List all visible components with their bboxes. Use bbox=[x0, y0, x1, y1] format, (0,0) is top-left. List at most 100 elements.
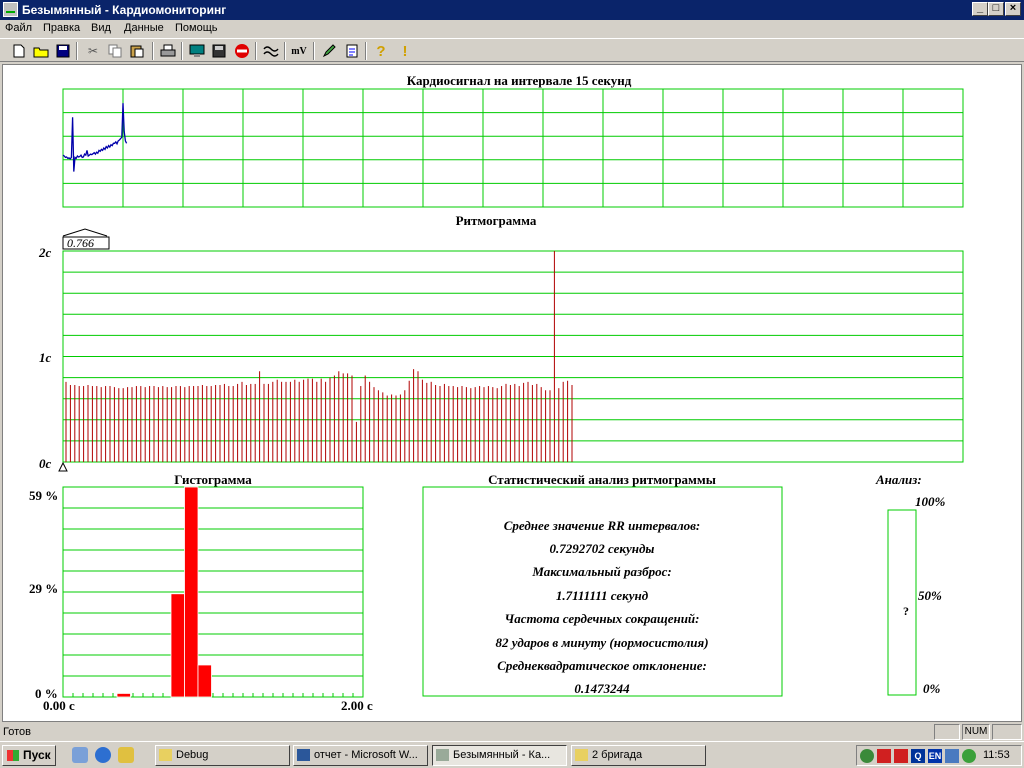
millivolt-icon[interactable]: mV bbox=[290, 42, 308, 60]
stats-title: Статистический анализ ритмограммы bbox=[488, 472, 716, 487]
language-indicator[interactable]: EN bbox=[928, 749, 942, 763]
cut-icon[interactable]: ✂ bbox=[84, 42, 102, 60]
task-debug[interactable]: Debug bbox=[155, 745, 290, 766]
quicktime-icon[interactable]: Q bbox=[911, 749, 925, 763]
minimize-button[interactable]: _ bbox=[972, 2, 988, 16]
hist-x-tick: 2.00 с bbox=[341, 698, 373, 713]
print-icon[interactable] bbox=[159, 42, 177, 60]
grid-frame bbox=[62, 88, 964, 208]
status-panel bbox=[934, 724, 960, 740]
desktop-icon[interactable] bbox=[72, 747, 88, 763]
client-area: Кардиосигнал на интервале 15 секунд Ритм… bbox=[2, 64, 1022, 722]
hist-bar bbox=[116, 693, 131, 698]
toolbar-separator bbox=[152, 42, 154, 60]
analysis-scale-label: 100% bbox=[915, 494, 946, 509]
antivirus-icon[interactable] bbox=[877, 749, 891, 763]
toolbar-separator bbox=[365, 42, 367, 60]
exclamation-icon[interactable]: ! bbox=[396, 42, 414, 60]
hist-bar bbox=[197, 664, 212, 698]
app-icon bbox=[436, 749, 449, 761]
stop-icon[interactable] bbox=[233, 42, 251, 60]
hist-x-tick: 0.00 с bbox=[43, 698, 75, 713]
stats-line: Максимальный разброс: bbox=[531, 564, 671, 579]
menu-bar: Файл Правка Вид Данные Помощь bbox=[0, 20, 1024, 38]
disk-icon[interactable] bbox=[210, 42, 228, 60]
agent-icon[interactable] bbox=[962, 749, 976, 763]
analysis-value: ? bbox=[903, 604, 909, 618]
title-bar[interactable]: Безымянный - Кардиомониторинг _ □ × bbox=[0, 0, 1024, 20]
analysis-gauge bbox=[887, 509, 917, 696]
cardio-title: Кардиосигнал на интервале 15 секунд bbox=[407, 73, 632, 88]
hist-y-tick: 59 % bbox=[29, 488, 58, 503]
stats-line: Среднее значение RR интервалов: bbox=[504, 518, 701, 533]
toolbar: ✂ mV ? ! bbox=[0, 38, 1024, 62]
close-button[interactable]: × bbox=[1005, 2, 1021, 16]
task-brigade[interactable]: 2 бригада bbox=[571, 745, 706, 766]
stats-line: 1.7111111 секунд bbox=[556, 588, 649, 603]
monitor-icon[interactable] bbox=[188, 42, 206, 60]
folder-icon bbox=[575, 749, 588, 761]
pen-icon[interactable] bbox=[320, 42, 338, 60]
maximize-button[interactable]: □ bbox=[988, 2, 1004, 16]
stats-line: 0.7292702 секунды bbox=[550, 541, 655, 556]
rhythm-cursor-icon[interactable] bbox=[58, 461, 68, 472]
cardio-grid bbox=[62, 88, 964, 208]
rhythm-title: Ритмограмма bbox=[456, 213, 537, 228]
network-icon[interactable] bbox=[860, 749, 874, 763]
rhythm-y-tick: 0c bbox=[39, 456, 52, 471]
hist-bar bbox=[184, 486, 199, 698]
toolbar-separator bbox=[255, 42, 257, 60]
hist-grid bbox=[62, 486, 364, 698]
document-icon[interactable] bbox=[343, 42, 361, 60]
toolbar-separator bbox=[313, 42, 315, 60]
hist-bar bbox=[170, 593, 185, 698]
hist-title: Гистограмма bbox=[174, 472, 252, 487]
status-text: Готов bbox=[3, 726, 31, 738]
taskbar: Пуск Debug отчет - Microsoft W... Безымя… bbox=[0, 741, 1024, 768]
monitor-canvas: Кардиосигнал на интервале 15 секунд Ритм… bbox=[29, 73, 964, 713]
copy-icon[interactable] bbox=[106, 42, 124, 60]
app-icon[interactable] bbox=[3, 2, 18, 17]
rhythm-y-tick: 1c bbox=[39, 350, 52, 365]
speaker-icon[interactable] bbox=[945, 749, 959, 763]
status-panel bbox=[992, 724, 1022, 740]
num-indicator: NUM bbox=[962, 724, 990, 740]
toolbar-separator bbox=[181, 42, 183, 60]
save-icon[interactable] bbox=[54, 42, 72, 60]
toolbar-separator bbox=[284, 42, 286, 60]
menu-help[interactable]: Помощь bbox=[175, 22, 218, 34]
stats-line: Частота сердечных сокращений: bbox=[505, 611, 700, 626]
stats-line: 82 ударов в минуту (нормосистолия) bbox=[495, 635, 708, 650]
window-title: Безымянный - Кардиомониторинг bbox=[22, 3, 227, 17]
folder-icon bbox=[159, 749, 172, 761]
stats-line: Среднеквадратическое отклонение: bbox=[497, 658, 707, 673]
system-tray: Q EN 11:53 bbox=[856, 745, 1022, 766]
status-bar: Готов NUM bbox=[0, 723, 1024, 741]
analysis-scale-label: 0% bbox=[923, 681, 941, 696]
internet-explorer-icon[interactable] bbox=[95, 747, 111, 763]
help-icon[interactable]: ? bbox=[372, 42, 390, 60]
menu-data[interactable]: Данные bbox=[124, 22, 164, 34]
open-folder-icon[interactable] bbox=[32, 42, 50, 60]
word-icon bbox=[297, 749, 310, 761]
clock: 11:53 bbox=[983, 749, 1010, 761]
shield-icon[interactable] bbox=[894, 749, 908, 763]
explorer-icon[interactable] bbox=[118, 747, 134, 763]
rhythm-y-tick: 2c bbox=[38, 245, 52, 260]
start-button[interactable]: Пуск bbox=[2, 745, 56, 766]
analysis-scale-label: 50% bbox=[918, 588, 942, 603]
rhythm-marker-value: 0.766 bbox=[67, 236, 94, 250]
hist-y-tick: 29 % bbox=[29, 581, 58, 596]
rhythm-marker[interactable]: 0.766 bbox=[62, 228, 110, 250]
toolbar-separator bbox=[76, 42, 78, 60]
task-cardiomonitoring[interactable]: Безымянный - Ка... bbox=[432, 745, 567, 766]
new-file-icon[interactable] bbox=[10, 42, 28, 60]
menu-view[interactable]: Вид bbox=[91, 22, 111, 34]
task-word-report[interactable]: отчет - Microsoft W... bbox=[293, 745, 428, 766]
menu-file[interactable]: Файл bbox=[5, 22, 32, 34]
analysis-title: Анализ: bbox=[875, 472, 922, 487]
stats-line: 0.1473244 bbox=[574, 681, 630, 696]
paste-icon[interactable] bbox=[128, 42, 146, 60]
menu-edit[interactable]: Правка bbox=[43, 22, 80, 34]
filter-wave-icon[interactable] bbox=[262, 42, 280, 60]
